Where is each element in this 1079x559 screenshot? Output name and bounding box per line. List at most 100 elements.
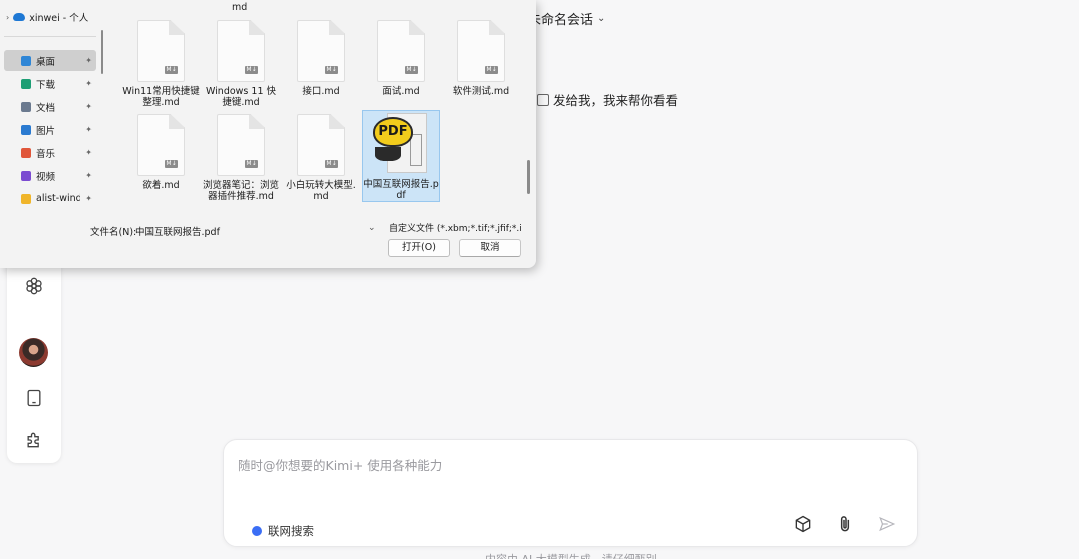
chat-input-box[interactable]: 随时@你想要的Kimi+ 使用各种能力 联网搜索: [223, 439, 918, 547]
file-name: 面试.md: [382, 86, 420, 97]
file-item-5[interactable]: M↓ 欲着.md: [122, 114, 200, 206]
nav-item-3[interactable]: 图片 ✦: [4, 119, 96, 140]
file-item-0[interactable]: M↓ Win11常用快捷键整理.md: [122, 20, 200, 112]
nav-item-2[interactable]: 文档 ✦: [4, 96, 96, 117]
session-title-text: 未命名会话: [528, 13, 594, 28]
dialog-bottom-bar: 文件名(N): 中国互联网报告.pdf ⌄ 自定义文件 (*.xbm;*.tif…: [0, 214, 536, 268]
md-badge: M↓: [165, 160, 178, 168]
nav-item-label: 图片: [36, 125, 56, 137]
pin-icon: ✦: [85, 125, 92, 134]
plugin-button[interactable]: [20, 426, 48, 454]
tablet-button[interactable]: [20, 384, 48, 412]
file-name: 小白玩转大模型.md: [286, 180, 356, 202]
nav-item-label: alist-window: [36, 193, 81, 204]
page-fold-shape: [489, 21, 504, 35]
avatar[interactable]: [19, 338, 48, 367]
send-icon: [879, 516, 896, 532]
markdown-file-icon: M↓: [137, 114, 185, 176]
file-name: 欲着.md: [142, 180, 180, 191]
chevron-right-icon[interactable]: ›: [6, 13, 9, 22]
file-open-dialog: › xinwei - 个人 桌面 ✦ 下载 ✦ 文档 ✦ 图片 ✦ 音乐 ✦ 视频 ✦ alist-wi…: [0, 0, 536, 268]
pin-icon: ✦: [85, 194, 92, 203]
file-item-6[interactable]: M↓ 浏览器笔记：浏览器插件推荐.md: [202, 114, 280, 206]
file-type-filter-value: 自定义文件 (*.xbm;*.tif;*.jfif;*.ic: [389, 224, 522, 234]
md-badge: M↓: [245, 160, 258, 168]
file-name: 接口.md: [302, 86, 340, 97]
nav-item-label: 文档: [36, 102, 56, 114]
pin-icon: ✦: [85, 102, 92, 111]
nav-item-label: 桌面: [36, 56, 56, 68]
pdf-badge: PDF: [373, 117, 413, 147]
open-button[interactable]: 打开(O): [388, 239, 450, 257]
file-name: 软件测试.md: [452, 86, 510, 97]
filename-label: 文件名(N):: [90, 227, 137, 238]
cancel-button[interactable]: 取消: [459, 239, 521, 257]
nav-item-4[interactable]: 音乐 ✦: [4, 142, 96, 163]
md-badge: M↓: [485, 66, 498, 74]
web-search-label: 联网搜索: [268, 524, 314, 538]
paperclip-icon: [840, 516, 850, 532]
nav-divider: [4, 36, 96, 37]
filename-input[interactable]: 中国互联网报告.pdf: [135, 224, 220, 238]
file-item-3[interactable]: M↓ 面试.md: [362, 20, 440, 112]
markdown-file-icon: M↓: [457, 20, 505, 82]
folder-icon: [21, 193, 31, 204]
kimi-plus-button[interactable]: [20, 272, 48, 300]
page-fold-shape: [249, 21, 264, 35]
markdown-file-icon: M↓: [297, 20, 345, 82]
file-item-2[interactable]: M↓ 接口.md: [282, 20, 360, 112]
md-badge: M↓: [245, 66, 258, 74]
cloud-icon: [13, 13, 26, 21]
md-badge: M↓: [165, 66, 178, 74]
nav-item-label: 下载: [36, 79, 56, 91]
nav-item-1[interactable]: 下载 ✦: [4, 73, 96, 94]
nav-item-label: 音乐: [36, 148, 56, 160]
document-icon: [537, 93, 549, 106]
nav-item-5[interactable]: 视频 ✦: [4, 165, 96, 186]
video-icon: [21, 170, 31, 181]
nav-item-6[interactable]: alist-window ✦: [4, 188, 96, 209]
pdf-file-icon: PDF: [369, 111, 433, 175]
chat-input-placeholder[interactable]: 随时@你想要的Kimi+ 使用各种能力: [238, 455, 442, 474]
music-icon: [21, 147, 31, 158]
nav-onedrive-label: xinwei - 个人: [29, 13, 89, 24]
markdown-file-icon: M↓: [217, 20, 265, 82]
file-type-filter[interactable]: 自定义文件 (*.xbm;*.tif;*.jfif;*.ic: [384, 220, 522, 239]
cube-icon: [795, 515, 811, 533]
file-name: 中国互联网报告.pdf: [363, 179, 439, 201]
md-badge: M↓: [325, 66, 338, 74]
file-item-4[interactable]: M↓ 软件测试.md: [442, 20, 520, 112]
file-item-7[interactable]: M↓ 小白玩转大模型.md: [282, 114, 360, 206]
chevron-down-icon: ⌄: [597, 13, 606, 24]
markdown-file-icon: M↓: [137, 20, 185, 82]
session-title[interactable]: 未命名会话 ⌄: [528, 9, 605, 28]
send-button[interactable]: [875, 512, 899, 536]
md-badge: M↓: [325, 160, 338, 168]
nav-onedrive[interactable]: › xinwei - 个人: [6, 10, 89, 25]
flower-icon: [26, 277, 42, 295]
filename-dropdown-icon[interactable]: ⌄: [368, 223, 376, 233]
desktop-icon: [21, 55, 31, 66]
cube-button[interactable]: [791, 512, 815, 536]
page-fold-shape: [249, 115, 264, 129]
page-fold-shape: [169, 115, 184, 129]
file-item-1[interactable]: M↓ Windows 11 快捷键.md: [202, 20, 280, 112]
md-badge: M↓: [405, 66, 418, 74]
navigation-pane: › xinwei - 个人 桌面 ✦ 下载 ✦ 文档 ✦ 图片 ✦ 音乐 ✦ 视频 ✦ alist-wi…: [0, 0, 103, 214]
file-list-scrollbar[interactable]: [527, 160, 530, 194]
nav-item-0[interactable]: 桌面 ✦: [4, 50, 96, 71]
nav-scrollbar[interactable]: [101, 30, 103, 74]
file-name: 浏览器笔记：浏览器插件推荐.md: [202, 180, 279, 202]
file-item-8[interactable]: PDF 中国互联网报告.pdf: [362, 110, 440, 202]
partial-file-label: md: [232, 2, 248, 13]
page-fold-shape: [329, 115, 344, 129]
document-icon: [21, 101, 31, 112]
pin-icon: ✦: [85, 79, 92, 88]
web-search-toggle[interactable]: 联网搜索: [252, 523, 314, 539]
markdown-file-icon: M↓: [377, 20, 425, 82]
assistant-message-text: 发给我，我来帮你看看: [553, 93, 679, 108]
file-name: Windows 11 快捷键.md: [205, 86, 277, 108]
file-list: md M↓ Win11常用快捷键整理.md M↓ Windows 11 快捷键.md M…: [110, 0, 525, 214]
attach-button[interactable]: [833, 512, 857, 536]
pdf-stripe-shape: [375, 147, 401, 161]
